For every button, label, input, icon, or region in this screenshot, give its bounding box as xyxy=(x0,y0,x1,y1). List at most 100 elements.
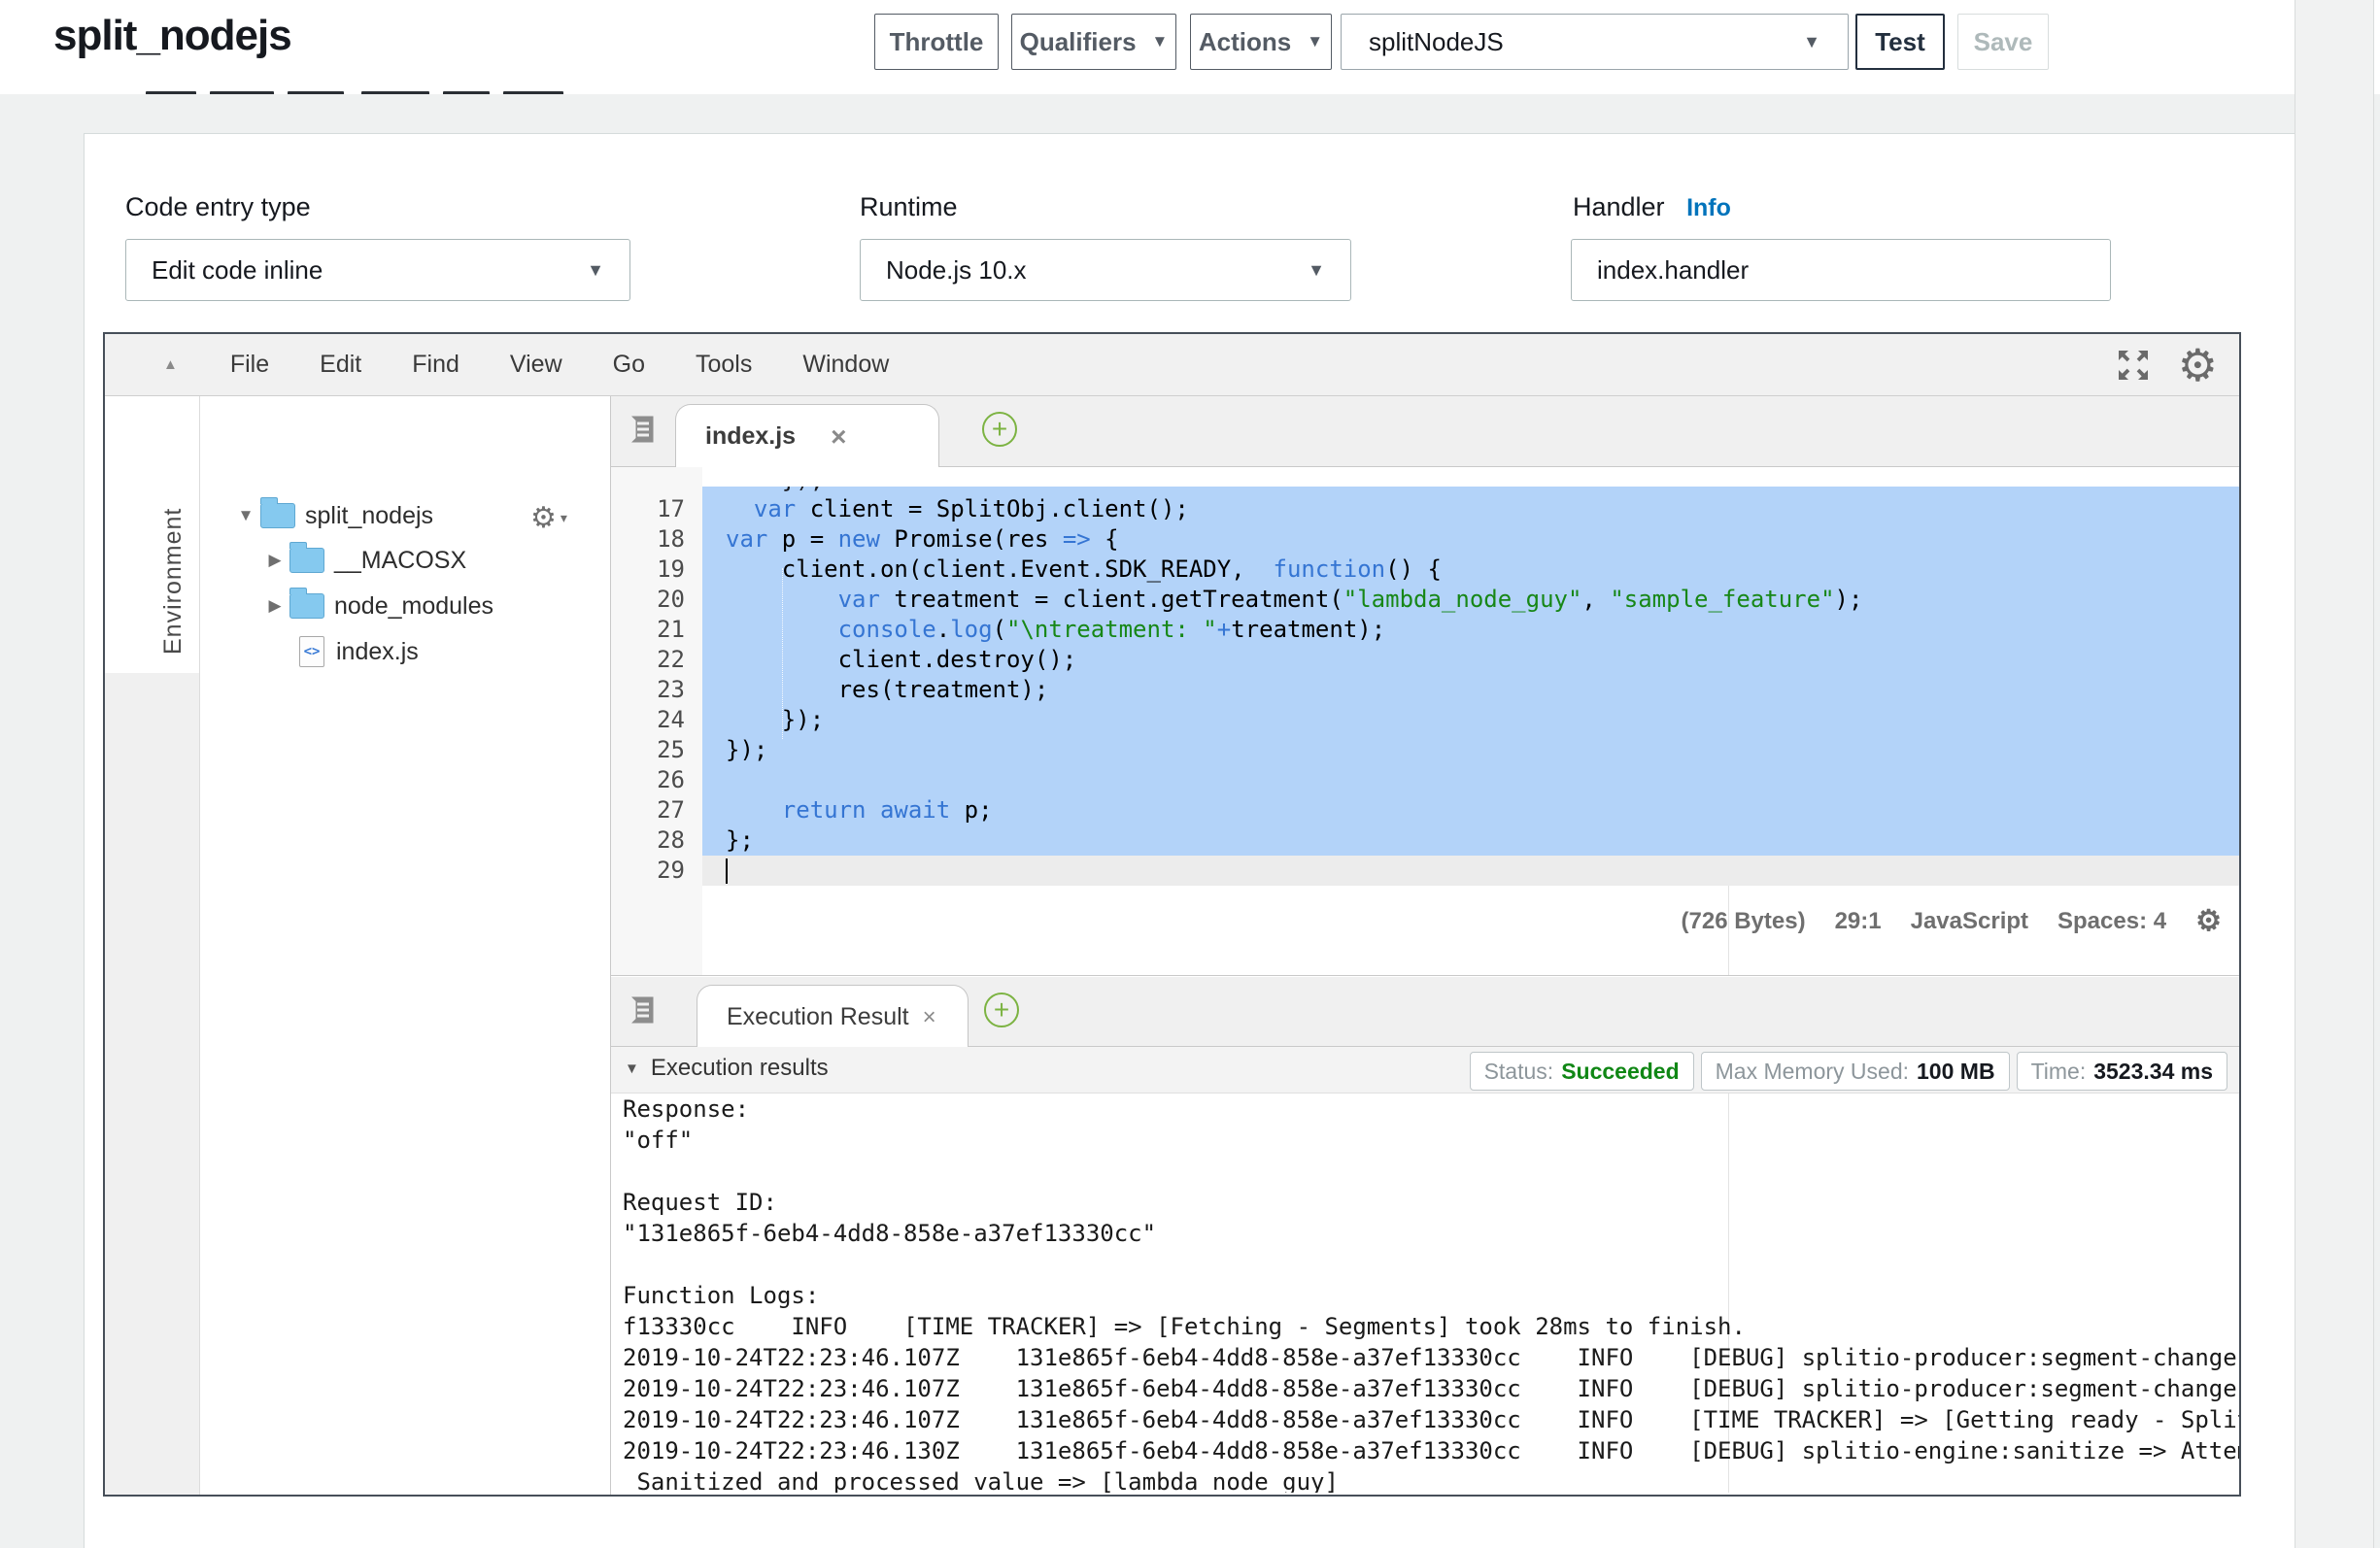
log-line: "off" xyxy=(623,1125,693,1156)
text-cursor xyxy=(726,858,728,884)
log-line: 2019-10-24T22:23:46.107Z 131e865f-6eb4-4… xyxy=(623,1373,2239,1404)
code-line: client.destroy(); xyxy=(726,645,1076,675)
line-number: 27 xyxy=(617,795,685,825)
close-icon[interactable]: × xyxy=(831,421,846,453)
status-pill-status-: Status:Succeeded xyxy=(1470,1052,1694,1091)
cursor-position-status[interactable]: 29:1 xyxy=(1835,908,1882,935)
test-event-selected-value: splitNodeJS xyxy=(1369,27,1504,57)
menu-item-tools[interactable]: Tools xyxy=(670,351,777,379)
log-line: 2019-10-24T22:23:46.130Z 131e865f-6eb4-4… xyxy=(623,1435,2239,1466)
log-line: f13330cc INFO [TIME TRACKER] => [Fetchin… xyxy=(623,1311,1746,1342)
code-entry-type-select[interactable]: Edit code inline ▼ xyxy=(125,239,630,301)
actions-button[interactable]: Actions ▼ xyxy=(1190,14,1332,70)
pill-value: Succeeded xyxy=(1561,1059,1679,1085)
chevron-down-icon: ▼ xyxy=(1152,32,1169,51)
menu-item-edit[interactable]: Edit xyxy=(294,351,387,379)
line-number: 28 xyxy=(617,825,685,856)
code-line: }); xyxy=(726,735,767,765)
tree-item-label: index.js xyxy=(336,638,419,666)
code-line: res(treatment); xyxy=(726,675,1048,705)
page-header: split_nodejs Throttle Qualifiers ▼ Actio… xyxy=(0,0,2380,94)
pane-menu-icon[interactable] xyxy=(623,412,658,447)
execution-results-toggle[interactable]: ▼ Execution results xyxy=(625,1055,829,1082)
tree-item-node-modules[interactable]: ▶ node_modules xyxy=(200,584,610,628)
caret-down-icon[interactable]: ▼ xyxy=(235,506,256,525)
actions-button-label: Actions xyxy=(1199,27,1291,57)
line-number: 21 xyxy=(617,615,685,645)
ide-settings-gear-icon[interactable]: ⚙ xyxy=(2178,339,2218,391)
menu-item-go[interactable]: Go xyxy=(588,351,670,379)
tree-item-root[interactable]: ▼ split_nodejs ⚙▾ xyxy=(200,493,610,538)
line-number: 26 xyxy=(617,765,685,795)
environment-sidebar: Environment xyxy=(105,396,200,1495)
save-button-disabled[interactable]: Save xyxy=(1957,14,2049,70)
handler-info-link[interactable]: Info xyxy=(1686,194,1731,221)
pane-menu-icon[interactable] xyxy=(623,993,658,1027)
line-number: 25 xyxy=(617,735,685,765)
execution-results-header: ▼ Execution results Status:SucceededMax … xyxy=(611,1047,2239,1094)
ide-frame: ▲ FileEditFindViewGoToolsWindow ⚙ Enviro… xyxy=(103,332,2241,1497)
tree-item-label: __MACOSX xyxy=(334,547,466,575)
pill-value: 3523.34 ms xyxy=(2093,1059,2213,1085)
tree-settings-gear-icon[interactable]: ⚙▾ xyxy=(530,501,567,535)
collapse-panel-icon[interactable]: ▲ xyxy=(163,356,178,373)
test-button-label: Test xyxy=(1875,27,1925,57)
status-pill-time-: Time:3523.34 ms xyxy=(2017,1052,2227,1091)
close-icon[interactable]: × xyxy=(923,1004,936,1031)
throttle-button-label: Throttle xyxy=(890,27,984,57)
new-tab-button[interactable]: + xyxy=(984,993,1019,1027)
status-bar-gear-icon[interactable]: ⚙ xyxy=(2195,904,2222,938)
test-event-select[interactable]: splitNodeJS ▼ xyxy=(1341,14,1849,70)
menu-item-find[interactable]: Find xyxy=(387,351,485,379)
caret-right-icon[interactable]: ▶ xyxy=(264,551,286,570)
throttle-button[interactable]: Throttle xyxy=(874,14,999,70)
tab-index-js-label: index.js xyxy=(705,422,796,451)
fullscreen-icon[interactable] xyxy=(2114,346,2153,385)
runtime-value: Node.js 10.x xyxy=(886,255,1027,286)
language-mode-status[interactable]: JavaScript xyxy=(1911,908,2028,935)
tree-item-label: node_modules xyxy=(334,592,493,621)
caret-down-icon: ▼ xyxy=(625,1060,639,1077)
qualifiers-button[interactable]: Qualifiers ▼ xyxy=(1011,14,1176,70)
caret-right-icon[interactable]: ▶ xyxy=(264,596,286,616)
editor-status-bar: (726 Bytes) 29:1 JavaScript Spaces: 4 ⚙ xyxy=(1682,904,2223,938)
chevron-down-icon: ▼ xyxy=(1308,260,1325,281)
folder-icon xyxy=(260,503,295,528)
tree-item--macosx[interactable]: ▶ __MACOSX xyxy=(200,538,610,583)
environment-tab[interactable]: Environment xyxy=(159,412,187,655)
function-name-title: split_nodejs xyxy=(53,12,291,60)
execution-results-title: Execution results xyxy=(651,1055,829,1082)
indentation-status[interactable]: Spaces: 4 xyxy=(2057,908,2166,935)
code-line: return await p; xyxy=(726,795,993,825)
handler-label: Handler Info xyxy=(1573,192,1731,222)
editor-tab-row: index.js × + xyxy=(611,396,2239,467)
chevron-down-icon: ▼ xyxy=(587,260,604,281)
menu-item-file[interactable]: File xyxy=(205,351,294,379)
execution-status-pills: Status:SucceededMax Memory Used:100 MBTi… xyxy=(1470,1052,2227,1091)
code-line: var treatment = client.getTreatment("lam… xyxy=(726,585,1862,615)
line-number: 20 xyxy=(617,585,685,615)
new-tab-button[interactable]: + xyxy=(982,412,1017,447)
ide-menubar: ▲ FileEditFindViewGoToolsWindow ⚙ xyxy=(105,334,2239,396)
chevron-down-icon: ▼ xyxy=(1307,32,1323,51)
runtime-select[interactable]: Node.js 10.x ▼ xyxy=(860,239,1351,301)
tab-index-js[interactable]: index.js × xyxy=(675,404,939,468)
tree-item-index-js[interactable]: <>index.js xyxy=(200,629,610,674)
handler-input[interactable] xyxy=(1571,239,2111,301)
page-scrollbar[interactable] xyxy=(2295,0,2374,1548)
runtime-label: Runtime xyxy=(860,192,958,222)
menu-item-view[interactable]: View xyxy=(485,351,588,379)
log-line: Function Logs: xyxy=(623,1280,819,1311)
execution-results-output[interactable]: Response:"off"Request ID:"131e865f-6eb4-… xyxy=(611,1094,2239,1493)
lambda-console-page: split_nodejs Throttle Qualifiers ▼ Actio… xyxy=(0,0,2380,1548)
test-button[interactable]: Test xyxy=(1855,14,1945,70)
code-line: }; xyxy=(726,825,754,856)
tab-execution-result[interactable]: Execution Result × xyxy=(697,985,969,1049)
code-line: var p = new Promise(res => { xyxy=(726,524,1119,555)
file-size-status: (726 Bytes) xyxy=(1682,908,1806,935)
code-editor[interactable]: 17181920212223242526272829 }); var clien… xyxy=(611,467,2239,976)
line-number: 23 xyxy=(617,675,685,705)
ide-menu: FileEditFindViewGoToolsWindow xyxy=(205,351,914,379)
menu-item-window[interactable]: Window xyxy=(777,351,914,379)
code-line: var client = SplitObj.client(); xyxy=(726,494,1189,524)
